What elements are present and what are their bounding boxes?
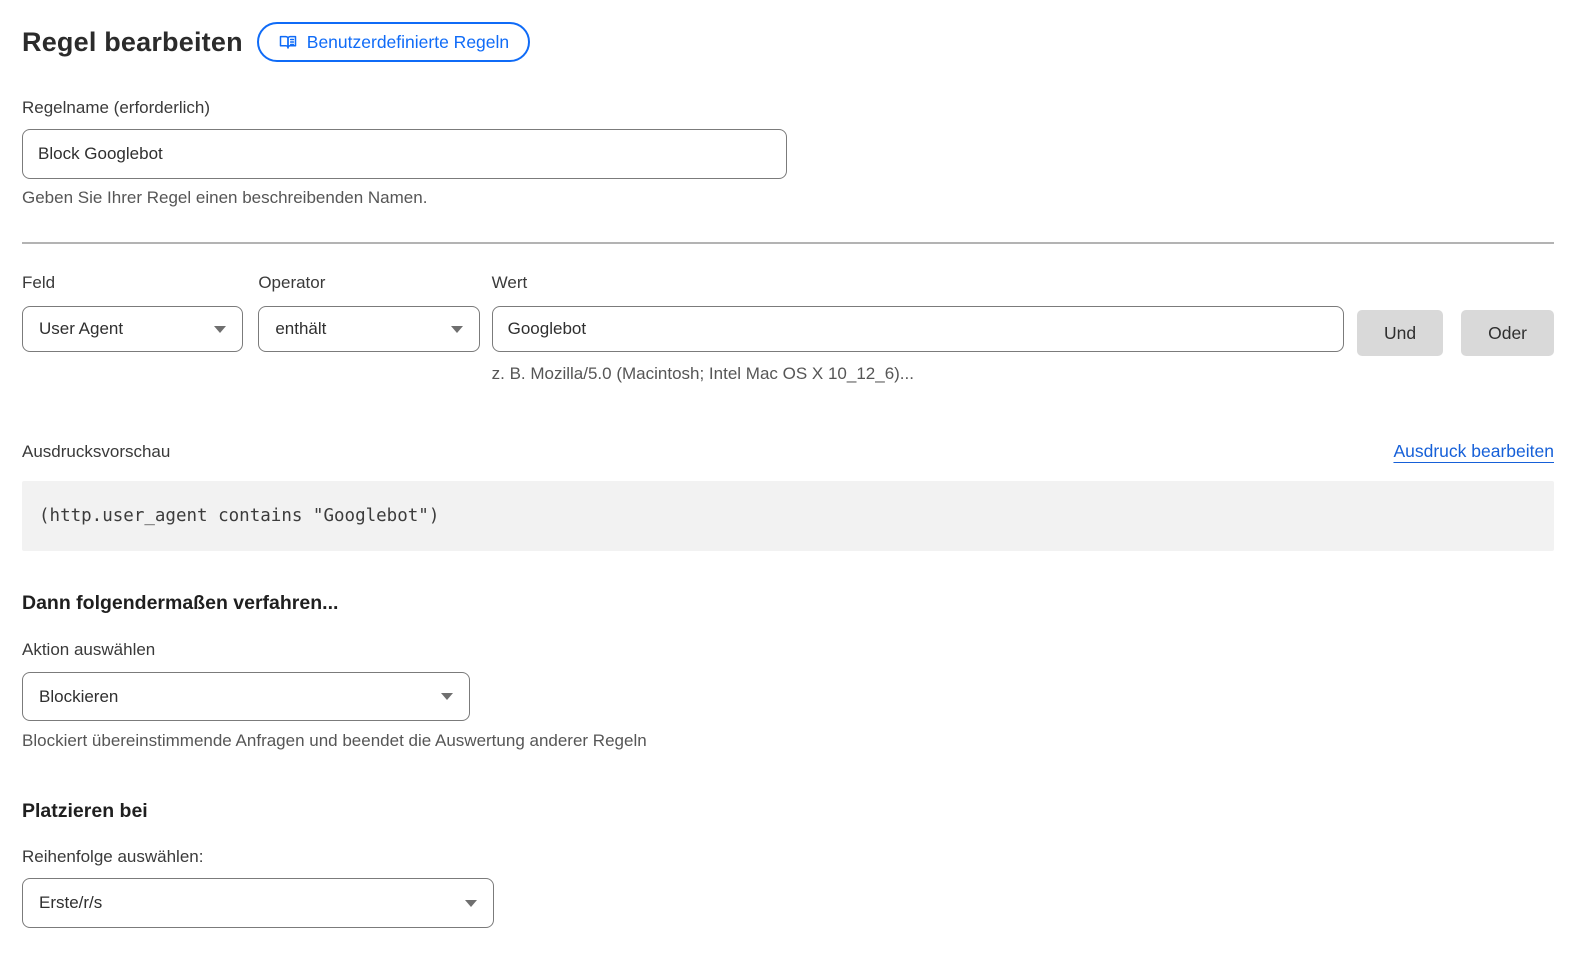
- field-label: Feld: [22, 273, 243, 293]
- field-select[interactable]: User Agent: [22, 306, 243, 352]
- rule-name-label: Regelname (erforderlich): [22, 98, 210, 117]
- condition-operator-column: Operator enthält: [258, 273, 479, 384]
- condition-row: Feld User Agent Operator enthält Wert z.…: [22, 273, 1554, 384]
- placement-heading: Platzieren bei: [22, 800, 1554, 823]
- expression-section: Ausdrucksvorschau Ausdruck bearbeiten (h…: [22, 441, 1554, 551]
- or-button[interactable]: Oder: [1461, 310, 1554, 356]
- value-label: Wert: [492, 273, 1344, 293]
- page-header: Regel bearbeiten Benutzerdefinierte Rege…: [22, 22, 1554, 62]
- section-divider: [22, 242, 1554, 244]
- edit-expression-link[interactable]: Ausdruck bearbeiten: [1393, 441, 1554, 462]
- caret-down-icon: [451, 326, 463, 333]
- caret-down-icon: [441, 693, 453, 700]
- action-section: Dann folgendermaßen verfahren... Aktion …: [22, 592, 1554, 751]
- custom-rules-badge-button[interactable]: Benutzerdefinierte Regeln: [257, 22, 530, 62]
- placement-section: Platzieren bei Reihenfolge auswählen: Er…: [22, 800, 1554, 928]
- operator-select-value: enthält: [275, 319, 326, 339]
- caret-down-icon: [214, 326, 226, 333]
- rule-name-section: Regelname (erforderlich) Geben Sie Ihrer…: [22, 98, 1554, 208]
- value-input[interactable]: [492, 306, 1344, 352]
- caret-down-icon: [465, 900, 477, 907]
- open-book-icon: [278, 32, 298, 52]
- expression-code: (http.user_agent contains "Googlebot"): [39, 506, 439, 526]
- action-select[interactable]: Blockieren: [22, 672, 470, 721]
- field-select-value: User Agent: [39, 319, 123, 339]
- custom-rules-badge-label: Benutzerdefinierte Regeln: [307, 32, 509, 53]
- condition-field-column: Feld User Agent: [22, 273, 243, 384]
- action-select-value: Blockieren: [39, 687, 118, 707]
- operator-select[interactable]: enthält: [258, 306, 479, 352]
- expression-preview-box: (http.user_agent contains "Googlebot"): [22, 481, 1554, 551]
- value-help: z. B. Mozilla/5.0 (Macintosh; Intel Mac …: [492, 364, 1344, 384]
- placement-order-value: Erste/r/s: [39, 893, 102, 913]
- rule-name-input[interactable]: [22, 129, 787, 179]
- operator-label: Operator: [258, 273, 479, 293]
- action-heading: Dann folgendermaßen verfahren...: [22, 592, 1554, 615]
- page-title: Regel bearbeiten: [22, 27, 243, 58]
- expression-header: Ausdrucksvorschau Ausdruck bearbeiten: [22, 441, 1554, 462]
- and-button[interactable]: Und: [1357, 310, 1443, 356]
- condition-value-column: Wert z. B. Mozilla/5.0 (Macintosh; Intel…: [492, 273, 1344, 384]
- action-label: Aktion auswählen: [22, 640, 1554, 660]
- action-help: Blockiert übereinstimmende Anfragen und …: [22, 731, 1554, 751]
- placement-label: Reihenfolge auswählen:: [22, 847, 1554, 867]
- placement-order-select[interactable]: Erste/r/s: [22, 878, 494, 928]
- logic-buttons: Und Oder: [1357, 310, 1554, 384]
- expression-preview-label: Ausdrucksvorschau: [22, 442, 170, 462]
- rule-name-help: Geben Sie Ihrer Regel einen beschreibend…: [22, 188, 1554, 208]
